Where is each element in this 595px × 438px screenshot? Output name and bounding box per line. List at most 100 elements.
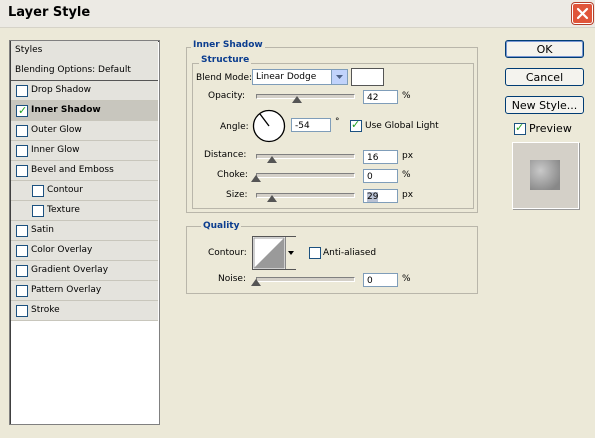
sidebar-item-label: Outer Glow	[31, 125, 82, 135]
preview-label: Preview	[529, 122, 572, 135]
ok-button[interactable]: OK	[505, 40, 584, 58]
angle-unit: °	[335, 117, 340, 127]
structure-title: Structure	[199, 55, 252, 65]
sidebar-checkbox-outer-glow[interactable]	[16, 125, 28, 137]
quality-title: Quality	[201, 221, 242, 231]
preview-checkbox[interactable]: ✓	[514, 121, 526, 135]
cancel-button[interactable]: Cancel	[505, 68, 584, 86]
inner-shadow-title: Inner Shadow	[191, 40, 265, 50]
noise-label: Noise:	[218, 274, 246, 284]
close-button[interactable]	[572, 3, 593, 24]
blend-mode-label: Blend Mode:	[196, 73, 253, 83]
sidebar-item-label: Color Overlay	[31, 245, 93, 255]
sidebar-item-contour[interactable]: Contour	[11, 181, 158, 201]
noise-input[interactable]: 0	[363, 273, 398, 287]
distance-label: Distance:	[204, 150, 247, 160]
use-global-light-label: Use Global Light	[365, 121, 439, 131]
contour-picker[interactable]	[252, 236, 296, 270]
sidebar-item-inner-shadow[interactable]: ✓ Inner Shadow	[11, 101, 158, 121]
angle-label: Angle:	[220, 122, 249, 132]
sidebar-item-label: Pattern Overlay	[31, 285, 102, 295]
distance-unit: px	[402, 151, 414, 161]
sidebar-item-inner-glow[interactable]: Inner Glow	[11, 141, 158, 161]
sidebar-checkbox-satin[interactable]	[16, 225, 28, 237]
sidebar-checkbox-bevel-and-emboss[interactable]	[16, 165, 28, 177]
contour-dropdown-arrow[interactable]	[285, 237, 296, 269]
blend-mode-value: Linear Dodge	[256, 72, 317, 82]
sidebar-item-label: Inner Glow	[31, 145, 80, 155]
sidebar-item-stroke[interactable]: Stroke	[11, 301, 158, 321]
angle-input[interactable]: -54	[291, 118, 331, 132]
sidebar-item-label: Drop Shadow	[31, 85, 92, 95]
choke-slider-thumb[interactable]	[251, 175, 261, 182]
sidebar-checkbox-texture[interactable]	[32, 205, 44, 217]
sidebar-item-label: Stroke	[31, 305, 60, 315]
sidebar-item-label: Gradient Overlay	[31, 265, 109, 275]
close-icon	[576, 7, 589, 20]
shadow-color-swatch[interactable]	[351, 68, 384, 86]
sidebar-item-blending-options-default[interactable]: Blending Options: Default	[11, 61, 158, 81]
contour-label: Contour:	[208, 248, 247, 258]
sidebar-item-label: Blending Options: Default	[15, 65, 131, 75]
sidebar-checkbox-drop-shadow[interactable]	[16, 85, 28, 97]
sidebar-checkbox-contour[interactable]	[32, 185, 44, 197]
choke-slider[interactable]	[256, 173, 355, 178]
chevron-down-icon[interactable]	[331, 70, 347, 84]
sidebar-item-label: Inner Shadow	[31, 105, 101, 115]
checkmark-icon: ✓	[351, 118, 361, 131]
noise-slider-thumb[interactable]	[251, 279, 261, 286]
sidebar-item-outer-glow[interactable]: Outer Glow	[11, 121, 158, 141]
sidebar-item-pattern-overlay[interactable]: Pattern Overlay	[11, 281, 158, 301]
size-unit: px	[402, 190, 414, 200]
sidebar-item-texture[interactable]: Texture	[11, 201, 158, 221]
checkmark-icon: ✓	[515, 121, 525, 134]
size-slider-thumb[interactable]	[267, 195, 277, 202]
anti-aliased-label: Anti-aliased	[323, 248, 377, 258]
window-title: Layer Style	[8, 5, 91, 20]
sidebar-item-drop-shadow[interactable]: Drop Shadow	[11, 81, 158, 101]
choke-label: Choke:	[217, 170, 248, 180]
distance-slider-thumb[interactable]	[267, 156, 277, 163]
title-bar: Layer Style	[0, 0, 595, 28]
opacity-slider-thumb[interactable]	[292, 96, 302, 103]
use-global-light-checkbox[interactable]: ✓	[350, 118, 362, 132]
new-style-button[interactable]: New Style...	[505, 96, 584, 114]
angle-dial[interactable]	[252, 109, 286, 143]
preview-box	[512, 142, 579, 209]
contour-linear-icon	[253, 237, 285, 269]
opacity-slider[interactable]	[256, 94, 355, 99]
noise-slider[interactable]	[256, 277, 355, 282]
styles-header-label: Styles	[15, 45, 43, 55]
styles-header[interactable]: Styles	[11, 41, 158, 62]
noise-unit: %	[402, 274, 411, 284]
sidebar-item-satin[interactable]: Satin	[11, 221, 158, 241]
anti-aliased-checkbox[interactable]	[309, 247, 321, 259]
styles-list: Styles Blending Options: Default Drop Sha…	[9, 40, 160, 425]
choke-input[interactable]: 0	[363, 169, 398, 183]
checkmark-icon: ✓	[18, 104, 28, 117]
size-label: Size:	[226, 190, 248, 200]
sidebar-item-color-overlay[interactable]: Color Overlay	[11, 241, 158, 261]
sidebar-checkbox-gradient-overlay[interactable]	[16, 265, 28, 277]
sidebar-checkbox-inner-glow[interactable]	[16, 145, 28, 157]
choke-unit: %	[402, 170, 411, 180]
sidebar-item-bevel-and-emboss[interactable]: Bevel and Emboss	[11, 161, 158, 181]
sidebar-item-label: Satin	[31, 225, 54, 235]
sidebar-item-label: Contour	[47, 185, 83, 195]
opacity-unit: %	[402, 91, 411, 101]
sidebar-item-label: Texture	[47, 205, 80, 215]
sidebar-checkbox-color-overlay[interactable]	[16, 245, 28, 257]
opacity-label: Opacity:	[208, 91, 245, 101]
distance-input[interactable]: 16	[363, 150, 398, 164]
preview-swatch	[530, 160, 560, 190]
sidebar-checkbox-inner-shadow[interactable]: ✓	[16, 104, 28, 117]
sidebar-item-label: Bevel and Emboss	[31, 165, 114, 175]
sidebar-checkbox-stroke[interactable]	[16, 305, 28, 317]
size-input[interactable]: 29	[363, 189, 398, 203]
opacity-input[interactable]: 42	[363, 90, 398, 104]
blend-mode-select[interactable]: Linear Dodge	[252, 69, 348, 85]
chevron-down-icon	[288, 251, 294, 255]
sidebar-checkbox-pattern-overlay[interactable]	[16, 285, 28, 297]
sidebar-item-gradient-overlay[interactable]: Gradient Overlay	[11, 261, 158, 281]
size-input-value: 29	[367, 192, 379, 202]
